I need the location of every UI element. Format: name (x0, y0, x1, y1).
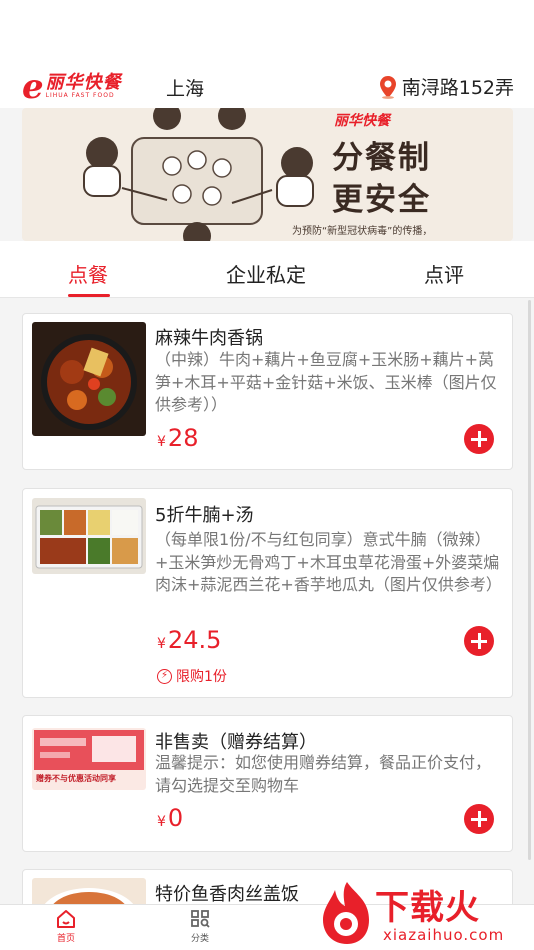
add-to-cart-button[interactable] (464, 626, 494, 656)
brand-logo[interactable]: e 丽华快餐 LIHUA FAST FOOD (22, 67, 122, 107)
logo-letter: e (22, 67, 44, 107)
address-text: 南浔路152弄 (401, 77, 514, 99)
dish-name: 非售卖（赠券结算） (155, 732, 317, 753)
nav-category[interactable]: 分类 (170, 909, 230, 944)
dish-image (32, 322, 146, 436)
dish-description: （中辣）牛肉+藕片+鱼豆腐+玉米肠+藕片+莴笋+木耳+平菇+金针菇+米饭、玉米棒… (155, 350, 497, 414)
purchase-limit-badge: ⚡ 限购1份 (157, 666, 227, 686)
voucher-image: 赠券不与优惠活动同享 (32, 728, 146, 790)
banner-headline-1: 分餐制 (332, 140, 431, 176)
add-to-cart-button[interactable] (464, 424, 494, 454)
city-selector[interactable]: 上海 (166, 74, 204, 101)
category-icon (191, 910, 210, 928)
banner-illustration (83, 108, 314, 241)
tab-order[interactable]: 点餐 (68, 259, 108, 288)
banner-headline-2: 更安全 (332, 182, 431, 218)
active-tab-indicator (68, 294, 110, 297)
dish-name: 特价鱼香肉丝盖饭 (155, 884, 299, 904)
watermark-url: xiazaihuo.com (383, 926, 505, 944)
dish-price: ¥0 (157, 804, 184, 832)
flame-logo-icon (323, 882, 369, 944)
dish-image (32, 878, 146, 904)
banner-brand: 丽华快餐 (334, 113, 390, 129)
dish-name: 5折牛腩+汤 (155, 505, 254, 526)
dish-price: ¥28 (157, 424, 199, 452)
menu-item-card[interactable]: 麻辣牛肉香锅 （中辣）牛肉+藕片+鱼豆腐+玉米肠+藕片+莴笋+木耳+平菇+金针菇… (22, 313, 513, 470)
menu-item-card[interactable]: 5折牛腩+汤 （每单限1份/不与红包同享）意式牛腩（微辣）+玉米笋炒无骨鸡丁+木… (22, 488, 513, 698)
tab-enterprise[interactable]: 企业私定 (226, 259, 306, 288)
lightning-icon: ⚡ (157, 668, 172, 684)
watermark: 下载火 xiazaihuo.com (315, 878, 534, 950)
address-selector[interactable]: 南浔路152弄 (378, 73, 514, 100)
location-pin-icon (379, 75, 396, 99)
top-bar: e 丽华快餐 LIHUA FAST FOOD 上海 南浔路152弄 (0, 0, 534, 108)
dish-name: 麻辣牛肉香锅 (155, 328, 263, 349)
home-icon (57, 910, 75, 928)
dish-price: ¥24.5 (157, 626, 222, 654)
menu-list[interactable]: 麻辣牛肉香锅 （中辣）牛肉+藕片+鱼豆腐+玉米肠+藕片+莴笋+木耳+平菇+金针菇… (0, 298, 534, 904)
promo-banner[interactable]: 丽华快餐 分餐制 更安全 为预防“新型冠状病毒”的传播， (22, 108, 513, 241)
dish-description: 温馨提示：如您使用赠券结算，餐品正价支付，请勾选提交至购物车 (155, 753, 492, 795)
menu-item-card[interactable]: 赠券不与优惠活动同享 非售卖（赠券结算） 温馨提示：如您使用赠券结算，餐品正价支… (22, 715, 513, 852)
nav-home[interactable]: 首页 (36, 909, 96, 944)
watermark-text: 下载火 (375, 888, 480, 928)
voucher-caption: 赠券不与优惠活动同享 (36, 774, 116, 783)
logo-tagline: LIHUA FAST FOOD (45, 92, 115, 99)
add-to-cart-button[interactable] (464, 804, 494, 834)
tab-reviews[interactable]: 点评 (424, 259, 464, 288)
logo-wordmark: 丽华快餐 (45, 72, 122, 93)
scrollbar[interactable] (528, 300, 531, 860)
banner-note: 为预防“新型冠状病毒”的传播， (292, 226, 433, 237)
dish-image (32, 498, 146, 574)
tab-bar: 点餐 企业私定 点评 (0, 241, 534, 298)
dish-description: （每单限1份/不与红包同享）意式牛腩（微辣）+玉米笋炒无骨鸡丁+木耳虫草花滑蛋+… (155, 530, 502, 594)
